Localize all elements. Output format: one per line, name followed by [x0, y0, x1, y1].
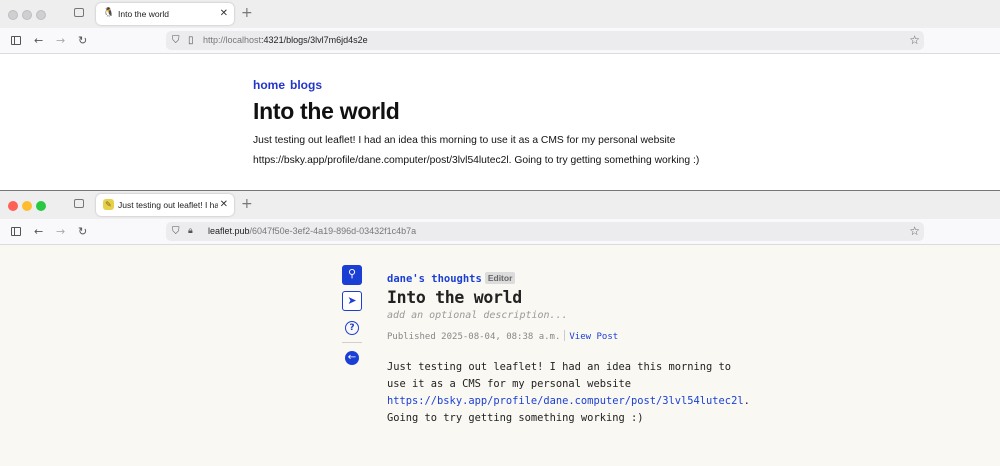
new-tab-icon[interactable]: + — [241, 6, 253, 20]
body-link[interactable]: https://bsky.app/profile/dane.computer/p… — [387, 395, 744, 407]
page-title: Into the world — [253, 98, 400, 124]
tab-groups-icon[interactable] — [74, 8, 84, 17]
help-icon[interactable]: ? — [345, 321, 359, 335]
close-tab-icon[interactable]: ✕ — [220, 7, 228, 21]
meta-divider — [564, 330, 566, 341]
post-body-editor[interactable]: Just testing out leaflet! I had an idea … — [387, 359, 750, 427]
lock-icon[interactable]: 🔒︎ — [188, 224, 193, 239]
forward-icon[interactable]: → — [56, 225, 65, 238]
window-minimize-button[interactable] — [22, 10, 32, 20]
back-icon[interactable]: ← — [34, 34, 43, 47]
post-title[interactable]: Into the world — [387, 288, 747, 307]
tab-leaflet-post[interactable]: ✎ Just testing out leaflet! I had an i ✕ — [96, 194, 234, 216]
tab-bar: 🐧 Into the world ✕ + — [0, 0, 1000, 29]
window-close-button[interactable] — [8, 10, 18, 20]
post-body: Just testing out leaflet! I had an idea … — [253, 135, 700, 166]
send-icon[interactable]: ➤ — [342, 291, 362, 311]
tab-groups-icon[interactable] — [74, 199, 84, 208]
page-icon[interactable]: ▯ — [188, 33, 194, 48]
published-date: Published 2025-08-04, 08:38 a.m. — [387, 332, 561, 342]
sidebar-icon[interactable] — [11, 227, 21, 236]
shield-icon[interactable]: ⛉ — [172, 33, 180, 48]
leaflet-icon: ✎ — [103, 199, 114, 210]
back-icon[interactable]: ← — [34, 225, 43, 238]
nav-bar: ← → ↻ ⛉ ▯ http://localhost:4321/blogs/3l… — [0, 28, 1000, 54]
penguin-icon: 🐧 — [103, 8, 115, 18]
url-path: /6047f50e-3ef2-4a19-896d-03432f1c4b7a — [249, 226, 417, 236]
browser-window-leaflet: ✎ Just testing out leaflet! I had an i ✕… — [0, 190, 1000, 466]
toolbar-divider — [342, 342, 362, 343]
leaflet-document: dane's thoughts Editor Into the world add… — [387, 267, 750, 427]
blog-page: home blogs Into the world Just testing ou… — [253, 78, 853, 171]
post-meta: Published 2025-08-04, 08:38 a.m. View Pos… — [387, 330, 747, 342]
url-host: http://localhost — [203, 35, 262, 45]
tab-title: Just testing out leaflet! I had an i — [118, 200, 218, 210]
address-bar[interactable]: ⛉ ▯ http://localhost:4321/blogs/3lvl7m6j… — [166, 31, 924, 50]
breadcrumb: home blogs — [253, 78, 853, 92]
address-bar[interactable]: ⛉ 🔒︎ leaflet.pub/6047f50e-3ef2-4a19-896d… — [166, 222, 924, 241]
reload-icon[interactable]: ↻ — [78, 225, 87, 238]
url-text[interactable]: http://localhost:4321/blogs/3lvl7m6jd4s2… — [203, 34, 368, 47]
tab-title: Into the world — [118, 9, 170, 19]
breadcrumb-home-link[interactable]: home — [253, 78, 285, 92]
editor-badge: Editor — [484, 272, 516, 284]
body-text-start: Just testing out leaflet! I had an idea … — [387, 361, 732, 390]
publication-name-link[interactable]: dane's thoughts — [387, 273, 482, 285]
bookmark-star-icon[interactable]: ☆ — [909, 32, 920, 48]
tab-into-the-world[interactable]: 🐧 Into the world ✕ — [96, 3, 234, 25]
back-arrow-icon[interactable]: ← — [345, 351, 359, 365]
window-minimize-button[interactable] — [22, 201, 32, 211]
window-zoom-button[interactable] — [36, 201, 46, 211]
breadcrumb-blogs-link[interactable]: blogs — [290, 78, 322, 92]
close-tab-icon[interactable]: ✕ — [220, 198, 228, 212]
tab-bar: ✎ Just testing out leaflet! I had an i ✕… — [0, 191, 1000, 220]
nav-bar: ← → ↻ ⛉ 🔒︎ leaflet.pub/6047f50e-3ef2-4a1… — [0, 219, 1000, 245]
url-text[interactable]: leaflet.pub/6047f50e-3ef2-4a19-896d-0343… — [208, 225, 416, 238]
forward-icon[interactable]: → — [56, 34, 65, 47]
publication-search-icon[interactable]: ⚲ — [342, 265, 362, 285]
sidebar-icon[interactable] — [11, 36, 21, 45]
browser-window-localhost: 🐧 Into the world ✕ + ← → ↻ ⛉ ▯ http://lo… — [0, 0, 1000, 190]
description-input[interactable]: add an optional description... — [387, 310, 747, 321]
view-post-link[interactable]: View Post — [569, 332, 618, 342]
reload-icon[interactable]: ↻ — [78, 34, 87, 47]
new-tab-icon[interactable]: + — [241, 197, 253, 211]
url-host: leaflet.pub — [208, 226, 250, 236]
window-zoom-button[interactable] — [36, 10, 46, 20]
url-path: :4321/blogs/3lvl7m6jd4s2e — [261, 35, 368, 45]
window-close-button[interactable] — [8, 201, 18, 211]
bookmark-star-icon[interactable]: ☆ — [909, 223, 920, 239]
shield-icon[interactable]: ⛉ — [172, 224, 180, 239]
